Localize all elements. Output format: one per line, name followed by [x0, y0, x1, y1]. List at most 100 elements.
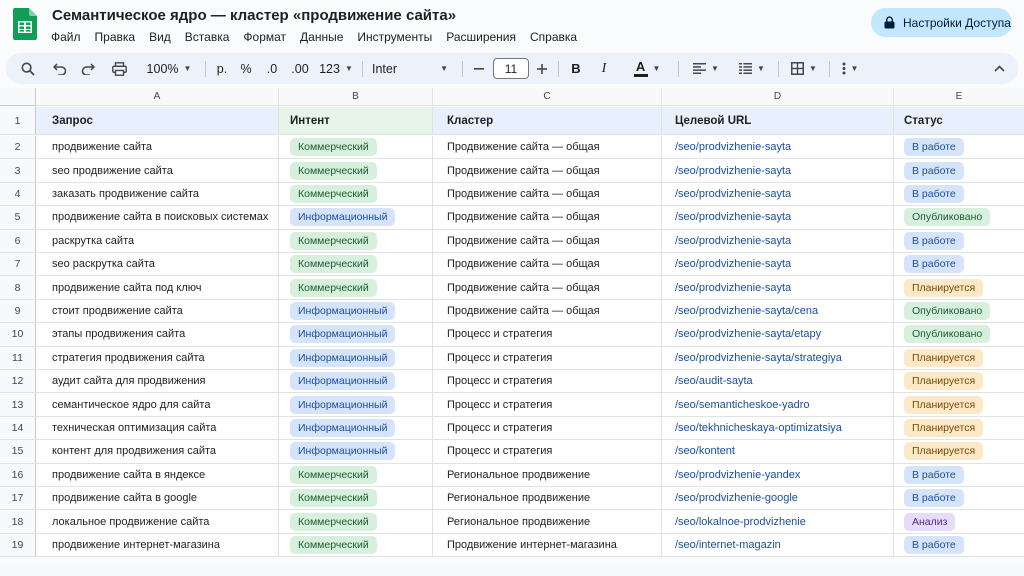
status-chip[interactable]: Опубликовано: [904, 208, 991, 227]
horizontal-align-button[interactable]: ▼: [688, 53, 724, 84]
column-header-c[interactable]: C: [433, 88, 662, 106]
sheets-logo-icon[interactable]: [13, 8, 37, 40]
text-color-button[interactable]: A ▼: [624, 53, 670, 84]
intent-cell[interactable]: Коммерческий: [279, 229, 433, 252]
intent-chip[interactable]: Коммерческий: [290, 161, 377, 180]
cluster-cell[interactable]: Продвижение интернет-магазина: [433, 533, 662, 557]
status-chip[interactable]: Планируется: [904, 418, 984, 437]
intent-chip[interactable]: Коммерческий: [290, 278, 377, 297]
status-cell[interactable]: Анализ: [894, 510, 1024, 532]
cluster-cell[interactable]: Продвижение сайта — общая: [433, 253, 662, 276]
row-number[interactable]: 17: [0, 487, 36, 510]
share-button[interactable]: Настройки Доступа: [871, 8, 1012, 37]
document-title[interactable]: Семантическое ядро — кластер «продвижени…: [52, 7, 456, 24]
status-cell[interactable]: В работе: [894, 253, 1024, 275]
status-chip[interactable]: В работе: [904, 184, 964, 203]
row-number[interactable]: 19: [0, 533, 36, 557]
url-cell[interactable]: /seo/lokalnoe-prodvizhenie: [662, 510, 894, 533]
search-menus-button[interactable]: [14, 53, 42, 84]
intent-chip[interactable]: Информационный: [290, 418, 396, 437]
print-button[interactable]: [107, 53, 131, 84]
url-cell[interactable]: /seo/prodvizhenie-sayta/cena: [662, 299, 894, 323]
status-chip[interactable]: В работе: [904, 465, 964, 484]
query-cell[interactable]: стоит продвижение сайта: [36, 299, 279, 323]
menu-item[interactable]: Правка: [88, 28, 143, 46]
intent-cell[interactable]: Коммерческий: [279, 136, 433, 159]
cluster-cell[interactable]: Региональное продвижение: [433, 487, 662, 510]
row-number[interactable]: 16: [0, 463, 36, 486]
cluster-cell[interactable]: Процесс и стратегия: [433, 393, 662, 416]
column-header-a[interactable]: A: [36, 88, 279, 106]
query-cell[interactable]: seo раскрутка сайта: [36, 253, 279, 276]
menu-item[interactable]: Справка: [523, 28, 584, 46]
menu-item[interactable]: Данные: [293, 28, 350, 46]
status-cell[interactable]: Планируется: [894, 417, 1024, 439]
header-cell-query[interactable]: Запрос: [36, 107, 279, 134]
row-number[interactable]: 13: [0, 393, 36, 416]
url-cell[interactable]: /seo/prodvizhenie-sayta: [662, 253, 894, 276]
status-chip[interactable]: Опубликовано: [904, 325, 991, 344]
query-cell[interactable]: стратегия продвижения сайта: [36, 346, 279, 369]
row-number[interactable]: 4: [0, 182, 36, 206]
query-cell[interactable]: seo продвижение сайта: [36, 159, 279, 182]
row-number[interactable]: 1: [0, 107, 36, 134]
status-cell[interactable]: Планируется: [894, 347, 1024, 369]
status-chip[interactable]: Планируется: [904, 278, 984, 297]
status-cell[interactable]: В работе: [894, 159, 1024, 181]
query-cell[interactable]: аудит сайта для продвижения: [36, 370, 279, 393]
intent-chip[interactable]: Коммерческий: [290, 512, 377, 531]
query-cell[interactable]: продвижение сайта в поисковых системах: [36, 206, 279, 229]
status-chip[interactable]: Планируется: [904, 348, 984, 367]
decrease-decimals-button[interactable]: .0: [260, 53, 284, 84]
collapse-toolbar-button[interactable]: [988, 53, 1010, 84]
intent-chip[interactable]: Информационный: [290, 208, 396, 227]
intent-cell[interactable]: Коммерческий: [279, 159, 433, 182]
intent-chip[interactable]: Коммерческий: [290, 465, 377, 484]
status-chip[interactable]: Анализ: [904, 512, 956, 531]
intent-cell[interactable]: Коммерческий: [279, 510, 433, 533]
menu-item[interactable]: Вид: [142, 28, 178, 46]
row-number[interactable]: 9: [0, 299, 36, 323]
status-chip[interactable]: Планируется: [904, 395, 984, 414]
row-number[interactable]: 14: [0, 416, 36, 440]
url-cell[interactable]: /seo/prodvizhenie-sayta: [662, 159, 894, 182]
status-cell[interactable]: Опубликовано: [894, 300, 1024, 322]
column-header-d[interactable]: D: [662, 88, 894, 106]
query-cell[interactable]: этапы продвижения сайта: [36, 323, 279, 346]
url-cell[interactable]: /seo/kontent: [662, 440, 894, 463]
row-number[interactable]: 3: [0, 159, 36, 182]
cluster-cell[interactable]: Продвижение сайта — общая: [433, 229, 662, 252]
status-chip[interactable]: В работе: [904, 489, 964, 508]
intent-cell[interactable]: Информационный: [279, 346, 433, 369]
status-chip[interactable]: В работе: [904, 535, 964, 554]
query-cell[interactable]: продвижение сайта в google: [36, 487, 279, 510]
intent-cell[interactable]: Информационный: [279, 323, 433, 346]
row-number[interactable]: 10: [0, 323, 36, 346]
intent-cell[interactable]: Информационный: [279, 370, 433, 393]
intent-cell[interactable]: Коммерческий: [279, 533, 433, 557]
status-chip[interactable]: Опубликовано: [904, 301, 991, 320]
redo-button[interactable]: [76, 53, 100, 84]
intent-cell[interactable]: Коммерческий: [279, 253, 433, 276]
cluster-cell[interactable]: Продвижение сайта — общая: [433, 182, 662, 206]
row-number[interactable]: 18: [0, 510, 36, 533]
intent-chip[interactable]: Коммерческий: [290, 184, 377, 203]
row-number[interactable]: 2: [0, 136, 36, 159]
row-number[interactable]: 5: [0, 206, 36, 229]
header-cell-cluster[interactable]: Кластер: [433, 107, 662, 134]
url-cell[interactable]: /seo/semanticheskoe-yadro: [662, 393, 894, 416]
status-cell[interactable]: В работе: [894, 183, 1024, 205]
intent-chip[interactable]: Информационный: [290, 325, 396, 344]
query-cell[interactable]: техническая оптимизация сайта: [36, 416, 279, 440]
text-wrap-button[interactable]: ▼: [734, 53, 770, 84]
cluster-cell[interactable]: Продвижение сайта — общая: [433, 276, 662, 299]
row-number[interactable]: 11: [0, 346, 36, 369]
intent-chip[interactable]: Информационный: [290, 395, 396, 414]
url-cell[interactable]: /seo/prodvizhenie-sayta: [662, 276, 894, 299]
column-header-b[interactable]: B: [279, 88, 433, 106]
cluster-cell[interactable]: Продвижение сайта — общая: [433, 299, 662, 323]
status-cell[interactable]: В работе: [894, 534, 1024, 556]
query-cell[interactable]: заказать продвижение сайта: [36, 182, 279, 206]
increase-font-size-button[interactable]: [532, 53, 552, 84]
font-family-select[interactable]: Inter ▼: [368, 53, 452, 84]
